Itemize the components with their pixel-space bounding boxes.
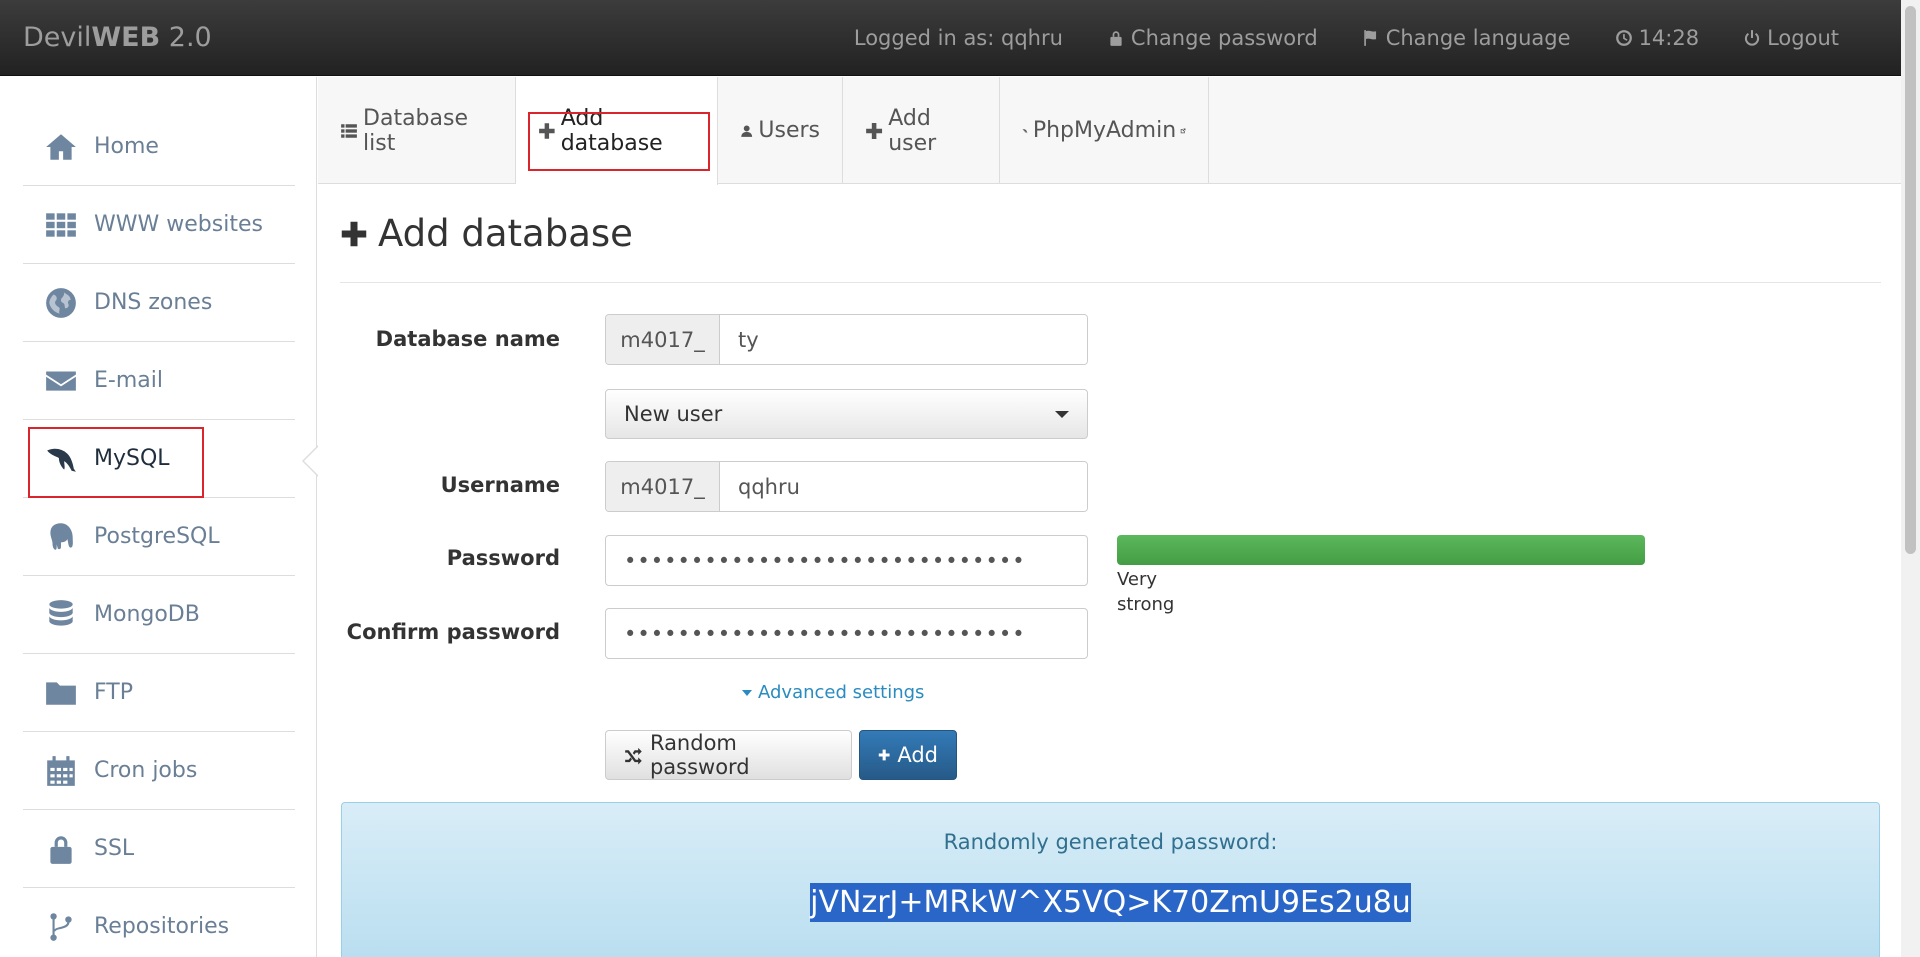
sidebar-item-label: Cron jobs: [94, 758, 198, 783]
shuffle-icon: [625, 747, 642, 765]
home-icon: [41, 127, 81, 167]
flag-icon: [1363, 30, 1376, 46]
database-icon: [41, 595, 81, 635]
grid-icon: [41, 205, 81, 245]
username-label: Username: [440, 473, 560, 497]
change-language-link[interactable]: Change language: [1340, 26, 1593, 50]
advanced-settings-toggle[interactable]: Advanced settings: [742, 682, 924, 703]
username-prefix: m4017_: [606, 462, 720, 511]
folder-icon: [41, 673, 81, 713]
database-name-label: Database name: [375, 327, 560, 351]
sidebar-item-cron[interactable]: Cron jobs: [23, 732, 295, 810]
calendar-icon: [41, 751, 81, 791]
username-input[interactable]: [720, 462, 1087, 511]
title-divider: [340, 282, 1881, 283]
password-label: Password: [446, 546, 560, 570]
caret-down-icon: [1055, 411, 1069, 418]
random-password-button[interactable]: Random password: [605, 730, 852, 780]
sidebar-item-repositories[interactable]: Repositories: [23, 888, 295, 957]
sidebar-item-postgresql[interactable]: PostgreSQL: [23, 498, 295, 576]
change-password-link[interactable]: Change password: [1085, 26, 1340, 50]
mysql-highlight-box: [28, 427, 204, 498]
sidebar-item-label: MongoDB: [94, 602, 200, 627]
globe-icon: [41, 283, 81, 323]
database-name-prefix: m4017_: [606, 315, 720, 364]
tab-add-user[interactable]: Add user: [843, 77, 1000, 184]
sidebar-item-www[interactable]: WWW websites: [23, 186, 295, 264]
plus-icon: [878, 749, 890, 761]
page-title: Add database: [340, 212, 633, 255]
brand-logo[interactable]: DevilWEB 2.0: [23, 22, 212, 53]
sidebar-item-label: Repositories: [94, 914, 230, 939]
sidebar-item-label: FTP: [94, 680, 133, 705]
dolphin-icon: [1022, 128, 1028, 133]
password-strength-text: Very strong: [1117, 569, 1175, 615]
top-navbar: DevilWEB 2.0 Logged in as: qqhru Change …: [0, 0, 1901, 76]
sidebar-item-mongodb[interactable]: MongoDB: [23, 576, 295, 654]
sidebar-item-label: Home: [94, 134, 159, 159]
database-name-input[interactable]: [720, 315, 1087, 364]
sidebar-item-dns[interactable]: DNS zones: [23, 264, 295, 342]
user-select[interactable]: New user: [605, 389, 1088, 439]
sidebar-item-label: WWW websites: [94, 212, 263, 237]
sidebar-item-ssl[interactable]: SSL: [23, 810, 295, 888]
tab-database-list[interactable]: Database list: [318, 77, 516, 184]
username-group: m4017_: [605, 461, 1088, 512]
logout-link[interactable]: Logout: [1721, 26, 1861, 50]
logged-in-user: Logged in as: qqhru: [853, 26, 1063, 50]
generated-password-value[interactable]: jVNzrJ+MRkW^X5VQ>K70ZmU9Es2u8u: [810, 883, 1411, 922]
generated-password-title: Randomly generated password:: [943, 830, 1278, 854]
user-icon: [741, 125, 753, 137]
plus-icon: [341, 221, 367, 246]
list-icon: [341, 123, 357, 138]
generated-password-alert: Randomly generated password: jVNzrJ+MRkW…: [341, 802, 1880, 957]
password-input[interactable]: ••••••••••••••••••••••••••••••: [605, 535, 1088, 586]
clock-icon: [1615, 30, 1632, 46]
sidebar-item-label: DNS zones: [94, 290, 213, 315]
sidebar: Home WWW websites DNS zones E-mail MySQL…: [0, 77, 317, 957]
scrollbar-thumb[interactable]: [1905, 6, 1916, 554]
clock-time: 14:28: [1593, 26, 1722, 50]
caret-down-icon: [742, 689, 752, 696]
external-link-icon: [1180, 127, 1186, 133]
sidebar-item-home[interactable]: Home: [23, 108, 295, 186]
confirm-password-input[interactable]: ••••••••••••••••••••••••••••••: [605, 608, 1088, 659]
branch-icon: [41, 907, 81, 947]
elephant-icon: [41, 517, 81, 557]
lock-icon: [41, 829, 81, 869]
add-database-tab-highlight-box: [528, 112, 710, 171]
database-name-group: m4017_: [605, 314, 1088, 365]
tab-users[interactable]: Users: [718, 77, 843, 184]
sidebar-item-email[interactable]: E-mail: [23, 342, 295, 420]
confirm-password-label: Confirm password: [346, 620, 560, 644]
sidebar-item-label: SSL: [94, 836, 135, 861]
power-icon: [1745, 30, 1760, 46]
tab-phpmyadmin[interactable]: PhpMyAdmin: [1000, 77, 1209, 184]
sidebar-item-ftp[interactable]: FTP: [23, 654, 295, 732]
lock-icon: [1110, 31, 1122, 46]
page-scrollbar[interactable]: [1901, 0, 1920, 957]
envelope-icon: [41, 361, 81, 401]
sidebar-active-pointer: [302, 445, 319, 477]
add-button[interactable]: Add: [859, 730, 957, 780]
plus-icon: [866, 122, 883, 139]
sidebar-item-label: PostgreSQL: [94, 524, 220, 549]
password-strength-fill: [1117, 535, 1645, 565]
password-strength-bar: [1117, 535, 1645, 565]
sidebar-item-label: E-mail: [94, 368, 163, 393]
top-nav: Logged in as: qqhru Change password Chan…: [832, 0, 1861, 76]
